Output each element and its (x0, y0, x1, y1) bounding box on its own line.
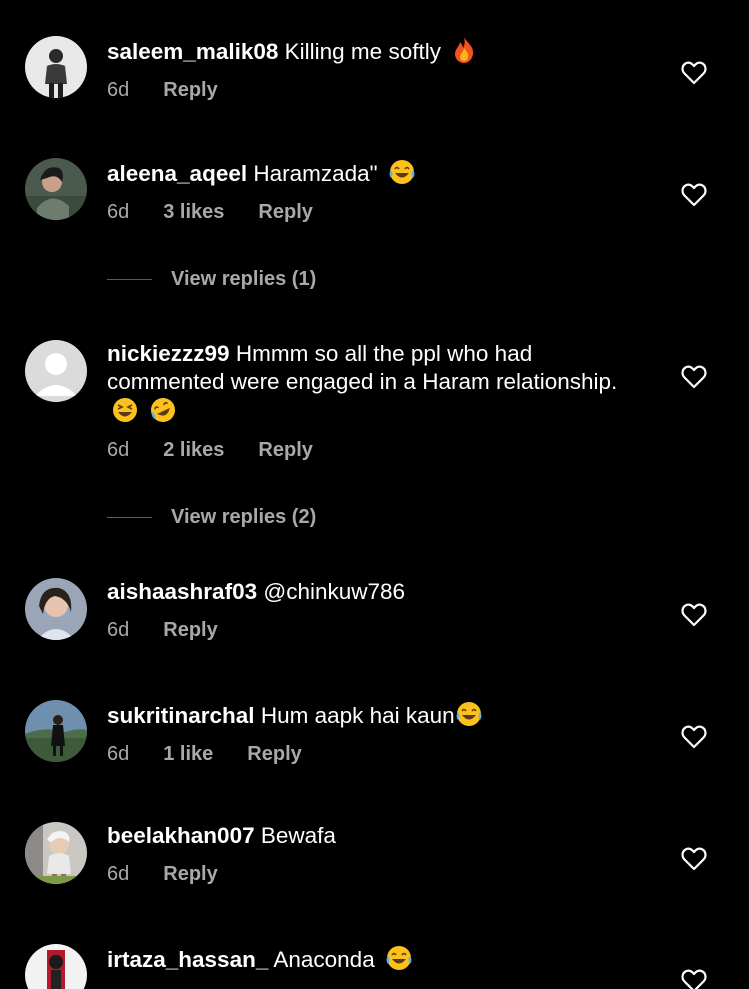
comment-meta: 6d Reply (107, 78, 627, 102)
comment-text: irtaza_hassan_ Anaconda (107, 944, 627, 974)
comment-body: aishaashraf03 @chinkuw786 6d Reply (107, 578, 627, 642)
comment-body: aleena_aqeel Haramzada" 6d 3 likes Reply (107, 158, 627, 224)
reply-button[interactable]: Reply (247, 742, 301, 766)
reply-divider-line (107, 279, 152, 280)
likes-count[interactable]: 1 like (163, 742, 213, 766)
view-replies-label: View replies (2) (171, 506, 317, 528)
reply-button[interactable]: Reply (163, 862, 217, 886)
avatar[interactable] (25, 340, 87, 402)
view-replies-button[interactable]: View replies (1) (107, 268, 316, 291)
comment-time: 6d (107, 619, 130, 641)
username[interactable]: nickiezzz99 (107, 341, 230, 366)
reply-divider-line (107, 517, 152, 518)
heart-outline-icon[interactable] (681, 847, 707, 871)
comment-text: aishaashraf03 @chinkuw786 (107, 578, 627, 606)
heart-outline-icon[interactable] (681, 365, 707, 389)
heart-outline-icon[interactable] (681, 61, 707, 85)
comment-body: sukritinarchal Hum aapk hai kaun 6d 1 li… (107, 700, 627, 766)
comment-meta: 6d Reply (107, 618, 627, 642)
comment-message: Anaconda (273, 947, 375, 972)
avatar[interactable] (25, 158, 87, 220)
comment-body: nickiezzz99 Hmmm so all the ppl who had … (107, 340, 627, 462)
joy-emoji (389, 160, 415, 184)
comment-time: 6d (107, 743, 130, 765)
rofl-emoji (151, 398, 176, 422)
username[interactable]: aleena_aqeel (107, 161, 247, 186)
reply-button[interactable]: Reply (163, 618, 217, 642)
view-replies-button[interactable]: View replies (2) (107, 506, 316, 529)
comment-body: saleem_malik08 Killing me softly 6d Repl… (107, 36, 627, 102)
comment-text: sukritinarchal Hum aapk hai kaun (107, 700, 627, 730)
fire-emoji (455, 37, 474, 63)
avatar[interactable] (25, 822, 87, 884)
avatar[interactable] (25, 700, 87, 762)
avatar[interactable] (25, 36, 87, 98)
comment-body: irtaza_hassan_ Anaconda (107, 944, 627, 974)
username[interactable]: irtaza_hassan_ (107, 947, 268, 972)
comment-body: beelakhan007 Bewafa 6d Reply (107, 822, 627, 886)
reply-button[interactable]: Reply (258, 200, 312, 224)
username[interactable]: sukritinarchal (107, 703, 255, 728)
reply-button[interactable]: Reply (163, 78, 217, 102)
comment-time: 6d (107, 201, 130, 223)
username[interactable]: beelakhan007 (107, 823, 255, 848)
likes-count[interactable]: 2 likes (163, 438, 224, 462)
comment-text: saleem_malik08 Killing me softly (107, 36, 627, 66)
joy-emoji (456, 702, 482, 726)
heart-outline-icon[interactable] (681, 603, 707, 627)
comment-message: @chinkuw786 (263, 579, 406, 604)
comment-time: 6d (107, 863, 130, 885)
comment-message: Bewafa (260, 823, 336, 848)
reply-button[interactable]: Reply (258, 438, 312, 462)
heart-outline-icon[interactable] (681, 725, 707, 749)
laughing-emoji (113, 398, 137, 422)
comment-item: irtaza_hassan_ Anaconda (0, 944, 749, 989)
comment-text: nickiezzz99 Hmmm so all the ppl who had … (107, 340, 627, 426)
heart-outline-icon[interactable] (681, 969, 707, 989)
username[interactable]: aishaashraf03 (107, 579, 257, 604)
view-replies-label: View replies (1) (171, 268, 317, 290)
joy-emoji (386, 946, 412, 970)
comment-text: aleena_aqeel Haramzada" (107, 158, 627, 188)
comment-message: Hum aapk hai kaun (260, 703, 455, 728)
heart-outline-icon[interactable] (681, 183, 707, 207)
avatar[interactable] (25, 578, 87, 640)
comment-message: Killing me softly (284, 39, 441, 64)
comment-text: beelakhan007 Bewafa (107, 822, 627, 850)
comment-meta: 6d 2 likes Reply (107, 438, 627, 462)
comment-time: 6d (107, 439, 130, 461)
likes-count[interactable]: 3 likes (163, 200, 224, 224)
comment-message: Haramzada" (253, 161, 378, 186)
comment-meta: 6d 3 likes Reply (107, 200, 627, 224)
comment-meta: 6d Reply (107, 862, 627, 886)
comment-time: 6d (107, 79, 130, 101)
username[interactable]: saleem_malik08 (107, 39, 278, 64)
avatar[interactable] (25, 944, 87, 989)
comment-meta: 6d 1 like Reply (107, 742, 627, 766)
